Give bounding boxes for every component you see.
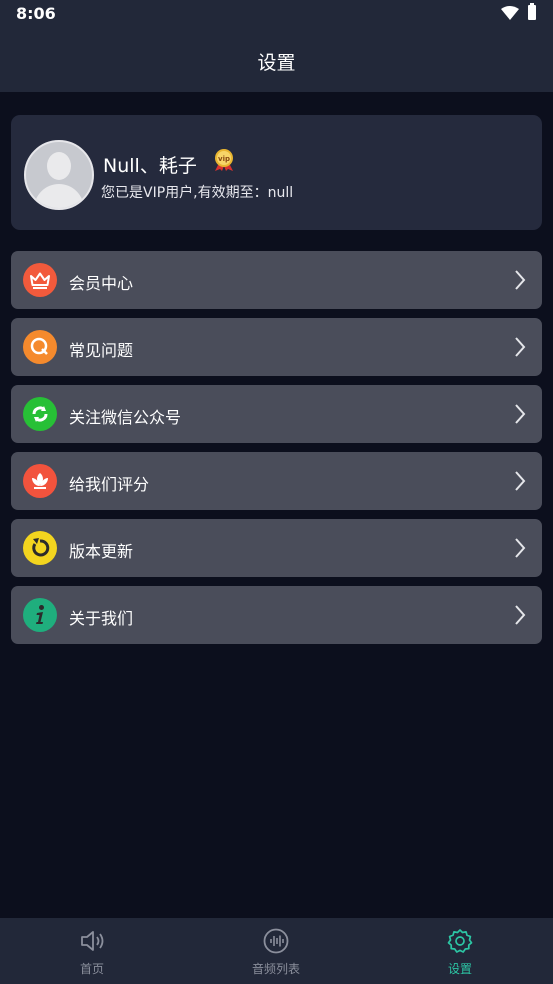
update-refresh-icon bbox=[23, 531, 57, 565]
gear-icon bbox=[447, 929, 473, 953]
chevron-right-icon bbox=[515, 538, 526, 558]
page-title: 设置 bbox=[257, 52, 296, 74]
menu-item-about-us[interactable]: 关于我们 bbox=[11, 586, 542, 644]
menu-item-label: 给我们评分 bbox=[69, 475, 150, 494]
user-name: Null、耗子 bbox=[103, 155, 197, 177]
app-header: 设置 bbox=[0, 28, 553, 92]
question-q-icon bbox=[23, 330, 57, 364]
chevron-right-icon bbox=[515, 404, 526, 424]
menu-item-label: 会员中心 bbox=[69, 274, 134, 293]
chevron-right-icon bbox=[515, 471, 526, 491]
info-icon bbox=[23, 598, 57, 632]
menu-item-version-update[interactable]: 版本更新 bbox=[11, 519, 542, 577]
speaker-icon bbox=[81, 931, 104, 951]
battery-icon bbox=[528, 3, 536, 20]
vip-medal-icon: vip bbox=[215, 149, 233, 171]
chevron-right-icon bbox=[515, 270, 526, 290]
avatar[interactable] bbox=[24, 140, 94, 210]
menu-item-label: 版本更新 bbox=[69, 542, 134, 561]
tab-audio-list[interactable]: 音频列表 bbox=[184, 918, 368, 984]
menu-item-label: 关注微信公众号 bbox=[69, 408, 182, 427]
tab-label: 首页 bbox=[79, 962, 104, 976]
chevron-right-icon bbox=[515, 605, 526, 625]
menu-item-faq[interactable]: 常见问题 bbox=[11, 318, 542, 376]
tab-label: 音频列表 bbox=[251, 962, 300, 976]
bottom-tab-bar: 首页 音频列表 设置 bbox=[0, 918, 553, 984]
chevron-right-icon bbox=[515, 337, 526, 357]
menu-item-follow-wechat[interactable]: 关注微信公众号 bbox=[11, 385, 542, 443]
menu-item-label: 关于我们 bbox=[69, 609, 134, 628]
menu-item-rate-us[interactable]: 给我们评分 bbox=[11, 452, 542, 510]
status-bar: 8:06 bbox=[0, 0, 553, 28]
tab-label: 设置 bbox=[447, 962, 472, 976]
wechat-official-account-icon bbox=[23, 397, 57, 431]
menu-item-membership-center[interactable]: 会员中心 bbox=[11, 251, 542, 309]
tab-home[interactable]: 首页 bbox=[0, 918, 184, 984]
menu-item-label: 常见问题 bbox=[69, 341, 134, 360]
svg-text:vip: vip bbox=[218, 155, 230, 163]
vip-status-text: 您已是VIP用户,有效期至：null bbox=[101, 185, 294, 201]
audio-wave-icon bbox=[263, 928, 289, 954]
rate-flower-icon bbox=[23, 464, 57, 498]
crown-icon bbox=[23, 263, 57, 297]
profile-card[interactable]: Null、耗子 vip 您已是VIP用户,有效期至：null bbox=[11, 115, 542, 230]
wifi-icon bbox=[501, 6, 519, 20]
status-time: 8:06 bbox=[16, 4, 56, 23]
tab-settings[interactable]: 设置 bbox=[368, 918, 552, 984]
